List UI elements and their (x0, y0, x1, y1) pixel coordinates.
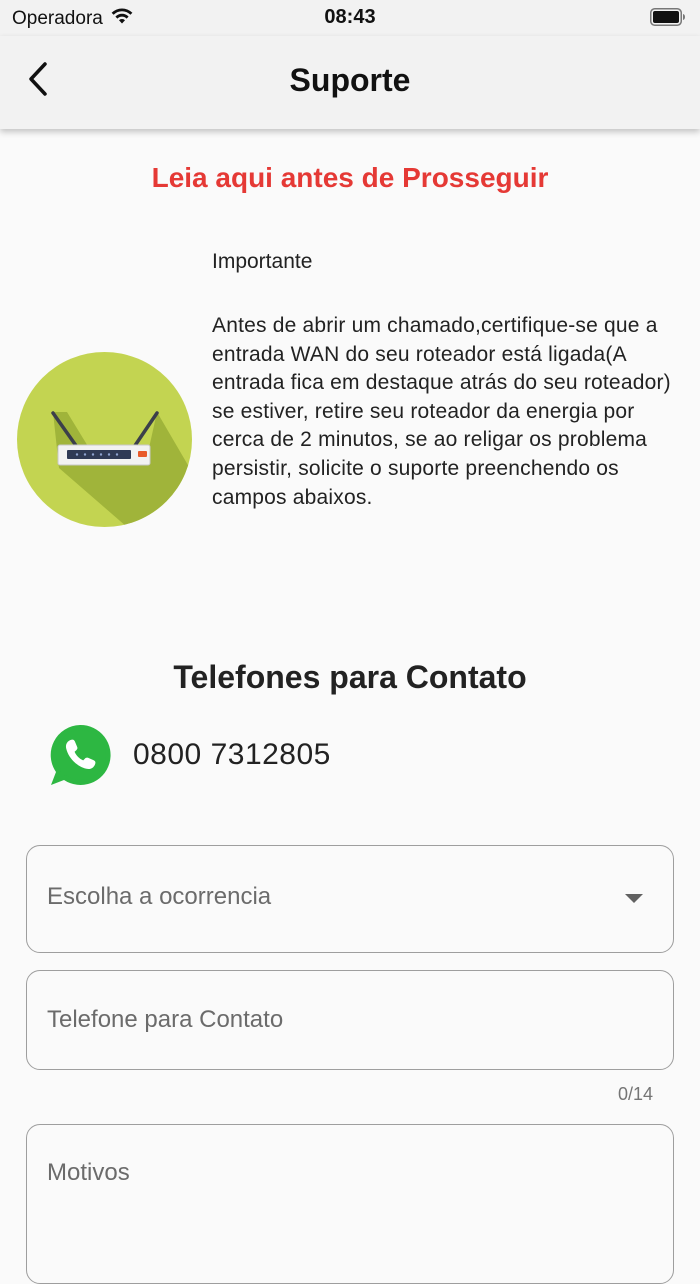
occurrence-dropdown[interactable]: Escolha a ocorrencia (26, 845, 674, 953)
phone-char-counter: 0/14 (617, 1084, 653, 1104)
caret-down-icon (625, 894, 643, 903)
whatsapp-icon[interactable] (48, 723, 112, 787)
page-title: Suporte (289, 62, 411, 98)
status-time: 08:43 (324, 6, 376, 28)
occurrence-dropdown-label: Escolha a ocorrencia (47, 883, 272, 910)
notice-heading: Leia aqui antes de Prosseguir (151, 162, 549, 193)
app-bar: Suporte (0, 36, 700, 129)
reason-input-label: Motivos (47, 1159, 130, 1186)
contact-phone-input[interactable]: Telefone para Contato (26, 970, 674, 1070)
contacts-heading: Telefones para Contato (173, 659, 527, 695)
status-bar: Operadora 08:43 (0, 0, 700, 36)
reason-input[interactable]: Motivos (26, 1124, 674, 1284)
notice-label: Importante (212, 250, 313, 273)
router-icon (17, 352, 192, 527)
battery-icon (650, 8, 686, 26)
contact-phone-number[interactable]: 0800 7312805 (133, 738, 331, 772)
contact-phone-input-label: Telefone para Contato (47, 1006, 284, 1033)
notice-body: Antes de abrir um chamado,certifique-se … (212, 314, 671, 509)
